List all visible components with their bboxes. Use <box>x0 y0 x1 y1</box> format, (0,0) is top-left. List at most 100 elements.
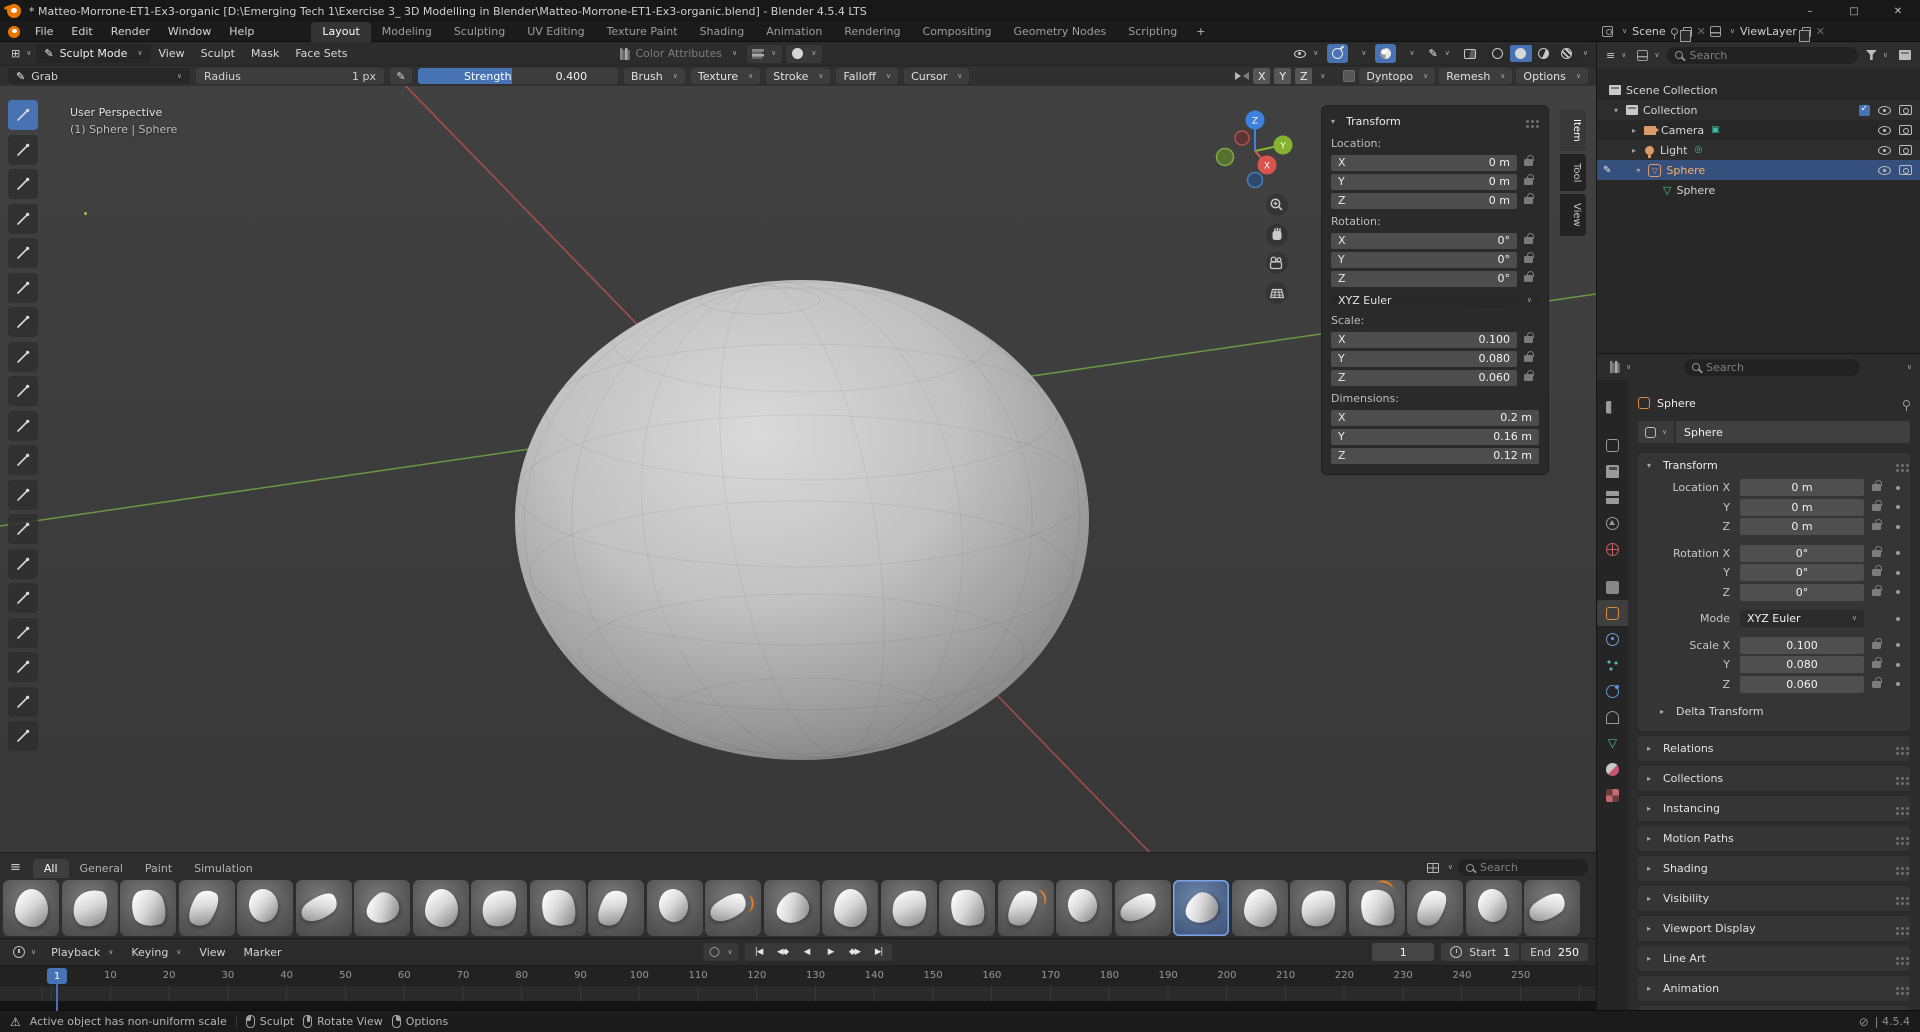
prop-rotation-z-field[interactable]: 0° <box>1740 584 1864 601</box>
animate-dot[interactable] <box>1896 682 1900 686</box>
expand-icon[interactable]: ▾ <box>1611 106 1621 115</box>
outliner-row-sphere[interactable]: ✎ ▾ ▽ Sphere <box>1597 160 1920 180</box>
lock-icon[interactable] <box>1872 681 1881 688</box>
outliner-filter-mode-dropdown[interactable]: ∨ <box>1634 50 1662 61</box>
brush-thumbnail[interactable] <box>62 880 118 936</box>
brush-thumbnail[interactable] <box>120 880 176 936</box>
brush-thumbnail[interactable] <box>3 880 59 936</box>
toolbar-tool-button[interactable] <box>8 721 38 751</box>
transport-button[interactable]: ◀ <box>795 944 819 960</box>
prop-scale-z-field[interactable]: 0.060 <box>1740 676 1864 693</box>
viewport-menu-item[interactable]: View <box>151 47 193 60</box>
mask-display-dropdown[interactable]: ∨ <box>786 45 822 63</box>
workspace-tab[interactable]: Rendering <box>833 22 911 42</box>
disable-render-toggle[interactable] <box>1899 165 1912 175</box>
toolbar-tool-button[interactable] <box>8 307 38 337</box>
symmetry-z-toggle[interactable]: Z <box>1295 68 1312 84</box>
lock-icon[interactable] <box>1872 661 1881 668</box>
prop-rotation-x-field[interactable]: 0° <box>1740 545 1864 562</box>
workspace-tab[interactable]: Texture Paint <box>596 22 689 42</box>
active-brush-dropdown[interactable]: ✎ Grab ∨ <box>8 68 190 84</box>
properties-editor-type-button[interactable]: ∨ <box>1605 361 1636 373</box>
scene-browse-icon[interactable] <box>1602 26 1613 37</box>
properties-panel-collapsed[interactable]: ▸ Shading <box>1638 856 1910 881</box>
playhead-line[interactable] <box>56 983 58 1011</box>
symmetry-y-toggle[interactable]: Y <box>1274 68 1291 84</box>
menu-item[interactable]: Help <box>220 22 263 42</box>
properties-panel-collapsed[interactable]: ▸ Custom Properties <box>1638 1006 1910 1010</box>
breadcrumb-object-name[interactable]: Sphere <box>1657 397 1696 410</box>
brush-thumbnail[interactable] <box>1290 880 1346 936</box>
lock-icon[interactable] <box>1524 197 1533 204</box>
transport-button[interactable]: ◀◆ <box>771 944 795 960</box>
dimension-z-field[interactable]: Z0.12 m <box>1331 448 1539 464</box>
brush-thumbnail[interactable] <box>588 880 644 936</box>
viewport-3d[interactable]: User Perspective (1) Sphere | Sphere Z Y… <box>0 86 1596 852</box>
asset-search-input[interactable] <box>1480 861 1580 874</box>
n-panel-tab-item[interactable]: Item <box>1560 110 1586 151</box>
asset-search[interactable] <box>1458 859 1588 876</box>
workspace-tab[interactable]: UV Editing <box>516 22 595 42</box>
lock-icon[interactable] <box>1872 550 1881 557</box>
asset-shelf-tab[interactable]: All <box>33 859 69 878</box>
rotation-x-field[interactable]: X0° <box>1331 233 1517 249</box>
pan-button[interactable] <box>1266 224 1288 246</box>
outliner-row-light[interactable]: ▸ Light ◎ <box>1597 140 1920 160</box>
lock-icon[interactable] <box>1524 355 1533 362</box>
pin-icon[interactable] <box>1671 28 1678 35</box>
toolbar-tool-button[interactable] <box>8 480 38 510</box>
properties-panel-collapsed[interactable]: ▸ Collections <box>1638 766 1910 791</box>
workspace-tab[interactable]: Animation <box>755 22 833 42</box>
workspace-tab[interactable]: Modeling <box>371 22 443 42</box>
properties-panel-collapsed[interactable]: ▸ Motion Paths <box>1638 826 1910 851</box>
animate-dot[interactable] <box>1896 590 1900 594</box>
toolbar-tool-button[interactable] <box>8 204 38 234</box>
lock-icon[interactable] <box>1524 237 1533 244</box>
scale-z-field[interactable]: Z0.060 <box>1331 370 1517 386</box>
playback-menu[interactable]: Playback∨ <box>43 946 121 959</box>
toolbar-tool-button[interactable] <box>8 273 38 303</box>
properties-panel-collapsed[interactable]: ▸ Animation <box>1638 976 1910 1001</box>
outliner-row-camera[interactable]: ▸ Camera ▣ <box>1597 120 1920 140</box>
drag-dots-icon[interactable] <box>1896 464 1899 467</box>
brush-thumbnail[interactable] <box>764 880 820 936</box>
visibility-dropdown[interactable]: ∨ <box>1289 44 1323 63</box>
animate-dot[interactable] <box>1896 551 1900 555</box>
transport-button[interactable]: ◆▶ <box>843 944 867 960</box>
outliner-display-mode-dropdown[interactable]: ≡∨ <box>1603 49 1629 62</box>
brush-thumbnail[interactable] <box>179 880 235 936</box>
properties-panel-collapsed[interactable]: ▸ Instancing <box>1638 796 1910 821</box>
animate-dot[interactable] <box>1896 505 1900 509</box>
sculpt-sphere[interactable] <box>515 280 1089 760</box>
transform-panel-header[interactable]: ▾ Transform <box>1638 453 1910 478</box>
symmetry-x-toggle[interactable]: X <box>1253 68 1270 84</box>
brush-thumbnail[interactable] <box>237 880 293 936</box>
end-frame-field[interactable]: End 250 <box>1521 943 1588 961</box>
workspace-tab[interactable]: Geometry Nodes <box>1002 22 1117 42</box>
settings-dropdown[interactable]: Falloff∨ <box>836 68 898 84</box>
brush-thumbnail[interactable] <box>998 880 1054 936</box>
object-name-field[interactable]: Sphere <box>1676 421 1910 443</box>
remesh-dropdown[interactable]: Remesh ∨ <box>1439 68 1512 84</box>
scene-selector[interactable]: ∨ Scene ✕ <box>1602 25 1706 38</box>
lock-icon[interactable] <box>1872 642 1881 649</box>
expand-icon[interactable]: ▸ <box>1629 126 1639 135</box>
location-z-field[interactable]: Z0 m <box>1331 193 1517 209</box>
auto-keying-toggle[interactable]: ∨ <box>703 943 738 961</box>
brush-thumbnail[interactable] <box>1056 880 1112 936</box>
expand-icon[interactable]: ▾ <box>1633 166 1643 175</box>
viewport-menu-item[interactable]: Sculpt <box>193 47 243 60</box>
animate-dot[interactable] <box>1896 486 1900 490</box>
prop-scale-y-field[interactable]: 0.080 <box>1740 656 1864 673</box>
settings-dropdown[interactable]: Stroke∨ <box>766 68 830 84</box>
animate-dot[interactable] <box>1896 643 1900 647</box>
axis-neg-x-ball[interactable] <box>1235 131 1249 145</box>
start-frame-field[interactable]: Start 1 <box>1441 943 1519 961</box>
camera-view-button[interactable] <box>1266 252 1288 274</box>
properties-tab-output[interactable] <box>1597 458 1628 484</box>
properties-tab-particles[interactable] <box>1597 652 1628 678</box>
shading-rendered-button[interactable] <box>1556 45 1578 62</box>
prop-scale-x-field[interactable]: 0.100 <box>1740 637 1864 654</box>
toolbar-tool-button[interactable] <box>8 445 38 475</box>
properties-panel-collapsed[interactable]: ▸ Line Art <box>1638 946 1910 971</box>
